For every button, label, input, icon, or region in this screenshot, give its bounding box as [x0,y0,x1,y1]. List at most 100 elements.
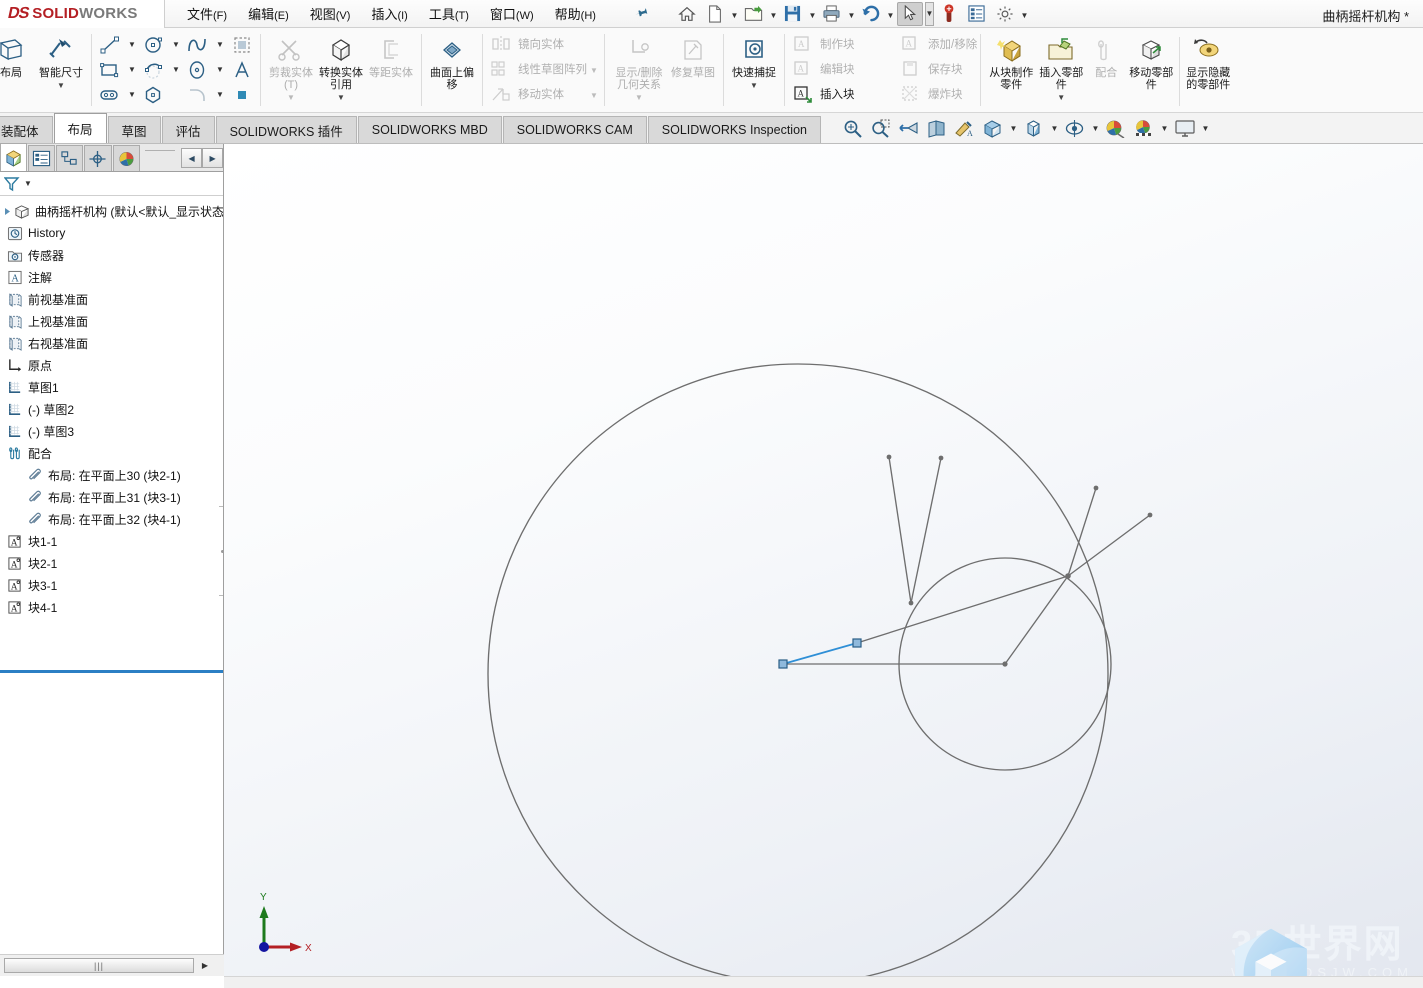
tab-solidworks-mbd[interactable]: SOLIDWORKS MBD [357,116,502,143]
tree-filter-bar[interactable]: ▼ [0,172,223,196]
options-list-icon[interactable] [964,2,990,26]
repair-sketch-button[interactable]: 修复草图 [668,31,718,103]
menu-file[interactable]: 文件(F) [187,4,227,23]
apply-scene-dropdown[interactable]: ▼ [1159,116,1170,140]
select-dropdown[interactable]: ▼ [924,1,934,26]
expand-toggle-icon[interactable] [2,203,13,220]
tab-evaluate[interactable]: 评估 [161,116,215,143]
tree-item-sketch2[interactable]: (-) 草图2 [0,398,223,420]
panel-splitter-handle[interactable] [219,506,223,596]
tab-solidworks-cam[interactable]: SOLIDWORKS CAM [502,116,647,143]
panel-resize-grip[interactable] [144,150,176,155]
ellipse-dropdown[interactable]: ▼ [213,58,227,82]
tree-item-mate-31[interactable]: 布局: 在平面上31 (块3-1) [0,486,223,508]
feature-manager-tab[interactable] [0,143,28,171]
open-folder-icon[interactable] [741,2,767,26]
tab-assembly[interactable]: 装配体 [0,116,53,143]
arc-slot-icon[interactable] [139,58,169,82]
view-settings-dropdown[interactable]: ▼ [1200,116,1211,140]
slot-dropdown[interactable]: ▼ [125,83,139,107]
tree-item-sketch3[interactable]: (-) 草图3 [0,420,223,442]
save-block-button[interactable]: 保存块 [896,56,963,81]
gear-icon[interactable] [992,2,1018,26]
select-arrow-icon[interactable] [896,1,923,26]
fillet-dropdown[interactable]: ▼ [213,83,227,107]
make-block-button[interactable]: A 制作块 [788,31,896,56]
print-dropdown[interactable]: ▼ [847,3,856,25]
polygon-icon[interactable] [139,83,169,107]
tree-item-block1[interactable]: A 块1-1 [0,530,223,552]
slot-icon[interactable] [95,83,125,107]
tab-sketch[interactable]: 草图 [107,116,161,143]
mirror-entities-button[interactable]: 镜向实体 [486,31,587,56]
menu-view[interactable]: 视图(V) [310,4,351,23]
menu-edit[interactable]: 编辑(E) [248,4,289,23]
offset-on-surface-button[interactable]: 曲面上偏移 [427,31,477,103]
display-style-dropdown[interactable]: ▼ [1049,116,1060,140]
circle-icon[interactable] [139,33,169,57]
fillet-icon[interactable] [183,83,213,107]
tab-solidworks-addins[interactable]: SOLIDWORKS 插件 [215,116,357,143]
tree-item-annotations[interactable]: A 注解 [0,266,223,288]
save-icon[interactable] [780,2,806,26]
configuration-manager-tab[interactable] [56,145,84,171]
graphics-area[interactable]: Y X 3D世界网 WWW.3DSJW.COM [224,144,1423,988]
menu-help[interactable]: 帮助(H) [555,4,596,23]
scroll-thumb[interactable]: ||| [4,958,194,973]
smart-dimension-dropdown[interactable]: ▼ [57,81,65,90]
sketch-pattern-icon[interactable] [227,33,257,57]
explode-block-button[interactable]: 爆炸块 [896,81,963,106]
linear-sketch-pattern-button[interactable]: 线性草图阵列 [486,56,587,81]
dimxpert-manager-tab[interactable] [84,145,112,171]
tab-solidworks-inspection[interactable]: SOLIDWORKS Inspection [647,116,821,143]
show-hidden-components-button[interactable]: 显示隐藏的零部件 [1183,31,1233,103]
convert-entities-dropdown[interactable]: ▼ [337,93,345,102]
tree-item-sketch1[interactable]: 草图1 [0,376,223,398]
pattern-dropdown[interactable]: ▼ [587,58,601,83]
tree-item-sensors[interactable]: 传感器 [0,244,223,266]
scroll-right-arrow[interactable]: ▶ [194,957,216,975]
line-icon[interactable] [95,33,125,57]
move-component-button[interactable]: 移动零部件 [1126,31,1176,103]
view-orientation-dropdown[interactable]: ▼ [1008,116,1019,140]
filter-dropdown-caret[interactable]: ▼ [24,179,32,188]
zoom-to-fit-icon[interactable] [840,116,866,140]
panel-nav-prev[interactable]: ◀ [181,148,203,168]
tree-item-block4[interactable]: A 块4-1 [0,596,223,618]
text-a-icon[interactable] [227,58,257,82]
tree-item-mate-30[interactable]: 布局: 在平面上30 (块2-1) [0,464,223,486]
tree-item-mate-32[interactable]: 布局: 在平面上32 (块4-1) [0,508,223,530]
spline-icon[interactable] [183,33,213,57]
display-style-icon[interactable] [1021,116,1047,140]
hide-show-dropdown[interactable]: ▼ [1090,116,1101,140]
point-icon[interactable] [227,83,257,107]
tree-item-mates-folder[interactable]: 配合 [0,442,223,464]
tree-item-assembly[interactable]: 曲柄摇杆机构 (默认<默认_显示状态 [0,200,223,222]
tab-layout[interactable]: 布局 [53,113,107,143]
tree-item-block3[interactable]: A 块3-1 [0,574,223,596]
line-dropdown[interactable]: ▼ [125,33,139,57]
view-orientation-paint-icon[interactable]: A [952,116,978,140]
add-remove-button[interactable]: A 添加/移除 [896,31,977,56]
display-manager-tab[interactable] [112,145,140,171]
ellipse-icon[interactable] [183,58,213,82]
move-entities-button[interactable]: 移动实体 [486,81,587,106]
arc-dropdown[interactable]: ▼ [169,58,183,82]
previous-view-icon[interactable] [896,116,922,140]
insert-components-dropdown[interactable]: ▼ [1057,93,1065,102]
trim-entities-button[interactable]: 剪裁实体(T) ▼ [266,31,316,103]
pin-icon[interactable] [632,3,651,23]
tree-item-block2[interactable]: A 块2-1 [0,552,223,574]
edit-appearance-icon[interactable] [1103,116,1129,140]
convert-entities-button[interactable]: 转换实体引用 ▼ [316,31,366,103]
options-dropdown[interactable]: ▼ [1020,3,1029,25]
edit-block-button[interactable]: A 编辑块 [788,56,896,81]
open-dropdown[interactable]: ▼ [769,3,778,25]
hide-show-items-icon[interactable] [1062,116,1088,140]
view-settings-icon[interactable] [1172,116,1198,140]
tree-item-history[interactable]: History [0,222,223,244]
display-delete-relations-button[interactable]: 显示/删除几何关系 ▼ [610,31,668,103]
spline-dropdown[interactable]: ▼ [213,33,227,57]
relations-dropdown[interactable]: ▼ [635,93,643,102]
section-view-icon[interactable] [924,116,950,140]
